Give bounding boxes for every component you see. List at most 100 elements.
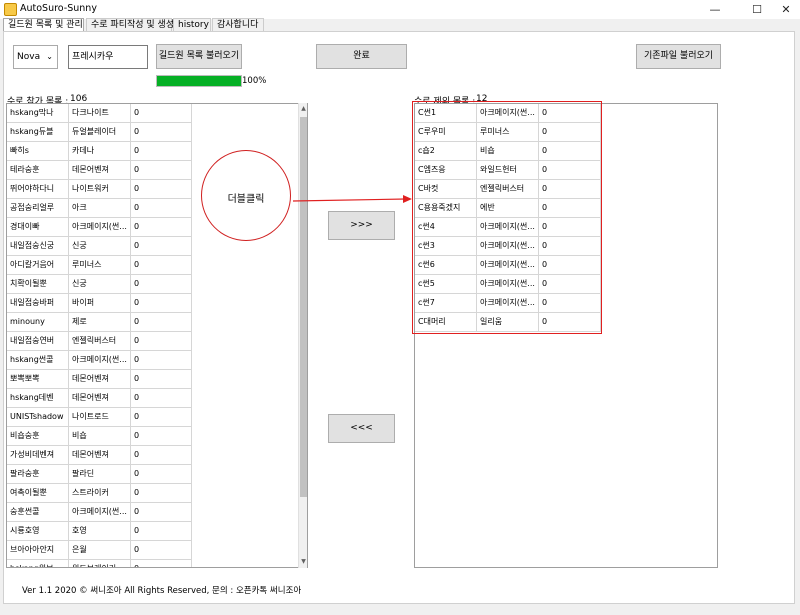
job-cell: 데몬어벤져 [69,446,131,465]
excluded-highlight-box [412,101,602,334]
char-name-cell: hskang막나 [7,104,69,123]
score-cell: 0 [131,218,192,237]
char-name-cell: 테라숭훈 [7,161,69,180]
char-name-cell: 뛰어야하다니 [7,180,69,199]
char-name-cell: 브아아아안지 [7,541,69,560]
move-right-button[interactable]: >>> [328,211,395,240]
job-cell: 호영 [69,522,131,541]
load-existing-file-button[interactable]: 기존파일 불러오기 [636,44,721,69]
score-cell: 0 [131,503,192,522]
guild-name-input[interactable]: 프레시카우 [68,45,148,69]
server-select-value: Nova [17,52,41,62]
char-name-cell: 경대이빠 [7,218,69,237]
chevron-down-icon: ⌄ [46,52,53,61]
job-cell: 데몬어벤져 [69,389,131,408]
scroll-up-icon[interactable]: ▲ [299,104,308,114]
char-name-cell: minouny [7,313,69,332]
char-name-cell: 가성비데벤져 [7,446,69,465]
job-cell: 나이트로드 [69,408,131,427]
char-name-cell: 공접숭리얼루 [7,199,69,218]
job-cell: 루미너스 [69,256,131,275]
progress-text: 100% [242,76,267,86]
tab-party-create[interactable]: 수로 파티작성 및 생성 [86,18,174,32]
score-cell: 0 [131,161,192,180]
score-cell: 0 [131,465,192,484]
job-cell: 카데나 [69,142,131,161]
load-guild-button[interactable]: 길드원 목록 불러오기 [156,44,242,69]
score-cell: 0 [131,351,192,370]
char-name-cell: 여촉이될뿐 [7,484,69,503]
score-cell: 0 [131,123,192,142]
char-name-cell: 팔라숭훈 [7,465,69,484]
score-cell: 0 [131,427,192,446]
char-name-cell: hskang썬콜 [7,351,69,370]
job-cell: 데몬어벤져 [69,161,131,180]
app-icon [4,3,17,16]
score-cell: 0 [131,332,192,351]
score-cell: 0 [131,389,192,408]
score-cell: 0 [131,313,192,332]
footer-copyright: Ver 1.1 2020 © 써니조아 All Rights Reserved,… [22,586,302,596]
job-cell: 아크메이지(썬... [69,218,131,237]
progress-bar [156,75,242,87]
job-cell: 바이퍼 [69,294,131,313]
score-cell: 0 [131,237,192,256]
window-title: AutoSuro-Sunny [20,3,97,14]
score-cell: 0 [131,142,192,161]
score-cell: 0 [131,484,192,503]
job-cell: 제로 [69,313,131,332]
move-left-button[interactable]: <<< [328,414,395,443]
done-button[interactable]: 완료 [316,44,407,69]
job-cell: 은월 [69,541,131,560]
job-cell: 신궁 [69,237,131,256]
char-name-cell: hskang윈브 [7,560,69,567]
score-cell: 0 [131,199,192,218]
score-cell: 0 [131,275,192,294]
close-button[interactable]: ✕ [772,0,800,19]
job-cell: 엔젤릭버스터 [69,332,131,351]
char-name-cell: 아디칼거음어 [7,256,69,275]
char-name-cell: 숭훈썬콜 [7,503,69,522]
job-cell: 비숍 [69,427,131,446]
tab-thanks[interactable]: 감사합니다 [212,18,264,32]
char-name-cell: 내일접숭연버 [7,332,69,351]
char-name-cell: 치확이될뿐 [7,275,69,294]
score-cell: 0 [131,522,192,541]
char-name-cell: 뽀뽁뽀뽁 [7,370,69,389]
score-cell: 0 [131,370,192,389]
char-name-cell: 비숍숭훈 [7,427,69,446]
score-cell: 0 [131,180,192,199]
tab-history[interactable]: history [173,18,211,32]
job-cell: 신궁 [69,275,131,294]
score-cell: 0 [131,256,192,275]
job-cell: 스트라이커 [69,484,131,503]
progress-fill [157,76,241,86]
minimize-button[interactable]: — [698,0,732,19]
char-name-cell: hskang듀블 [7,123,69,142]
score-cell: 0 [131,560,192,567]
scroll-thumb[interactable] [300,117,307,497]
job-cell: 나이트워커 [69,180,131,199]
double-click-annotation-text: 더블클릭 [227,194,265,205]
char-name-cell: 시룡호영 [7,522,69,541]
job-cell: 아크메이지(썬... [69,503,131,522]
char-name-cell: hskang데벤 [7,389,69,408]
score-cell: 0 [131,104,192,123]
score-cell: 0 [131,541,192,560]
char-name-cell: UNISTshadow [7,408,69,427]
char-name-cell: 내일접숭신궁 [7,237,69,256]
participant-grid-scrollbar[interactable]: ▲ ▼ [298,103,307,568]
char-name-cell: 빠히s [7,142,69,161]
job-cell: 듀얼블레이더 [69,123,131,142]
scroll-down-icon[interactable]: ▼ [299,557,308,567]
server-select[interactable]: Nova ⌄ [13,45,58,69]
maximize-button[interactable]: ☐ [740,0,774,19]
score-cell: 0 [131,408,192,427]
job-cell: 데몬어벤져 [69,370,131,389]
title-bar: AutoSuro-Sunny — ☐ ✕ [0,0,800,19]
job-cell: 아크메이지(썬... [69,351,131,370]
char-name-cell: 내일접숭바퍼 [7,294,69,313]
job-cell: 윈드브레이커 [69,560,131,567]
job-cell: 아크 [69,199,131,218]
score-cell: 0 [131,446,192,465]
